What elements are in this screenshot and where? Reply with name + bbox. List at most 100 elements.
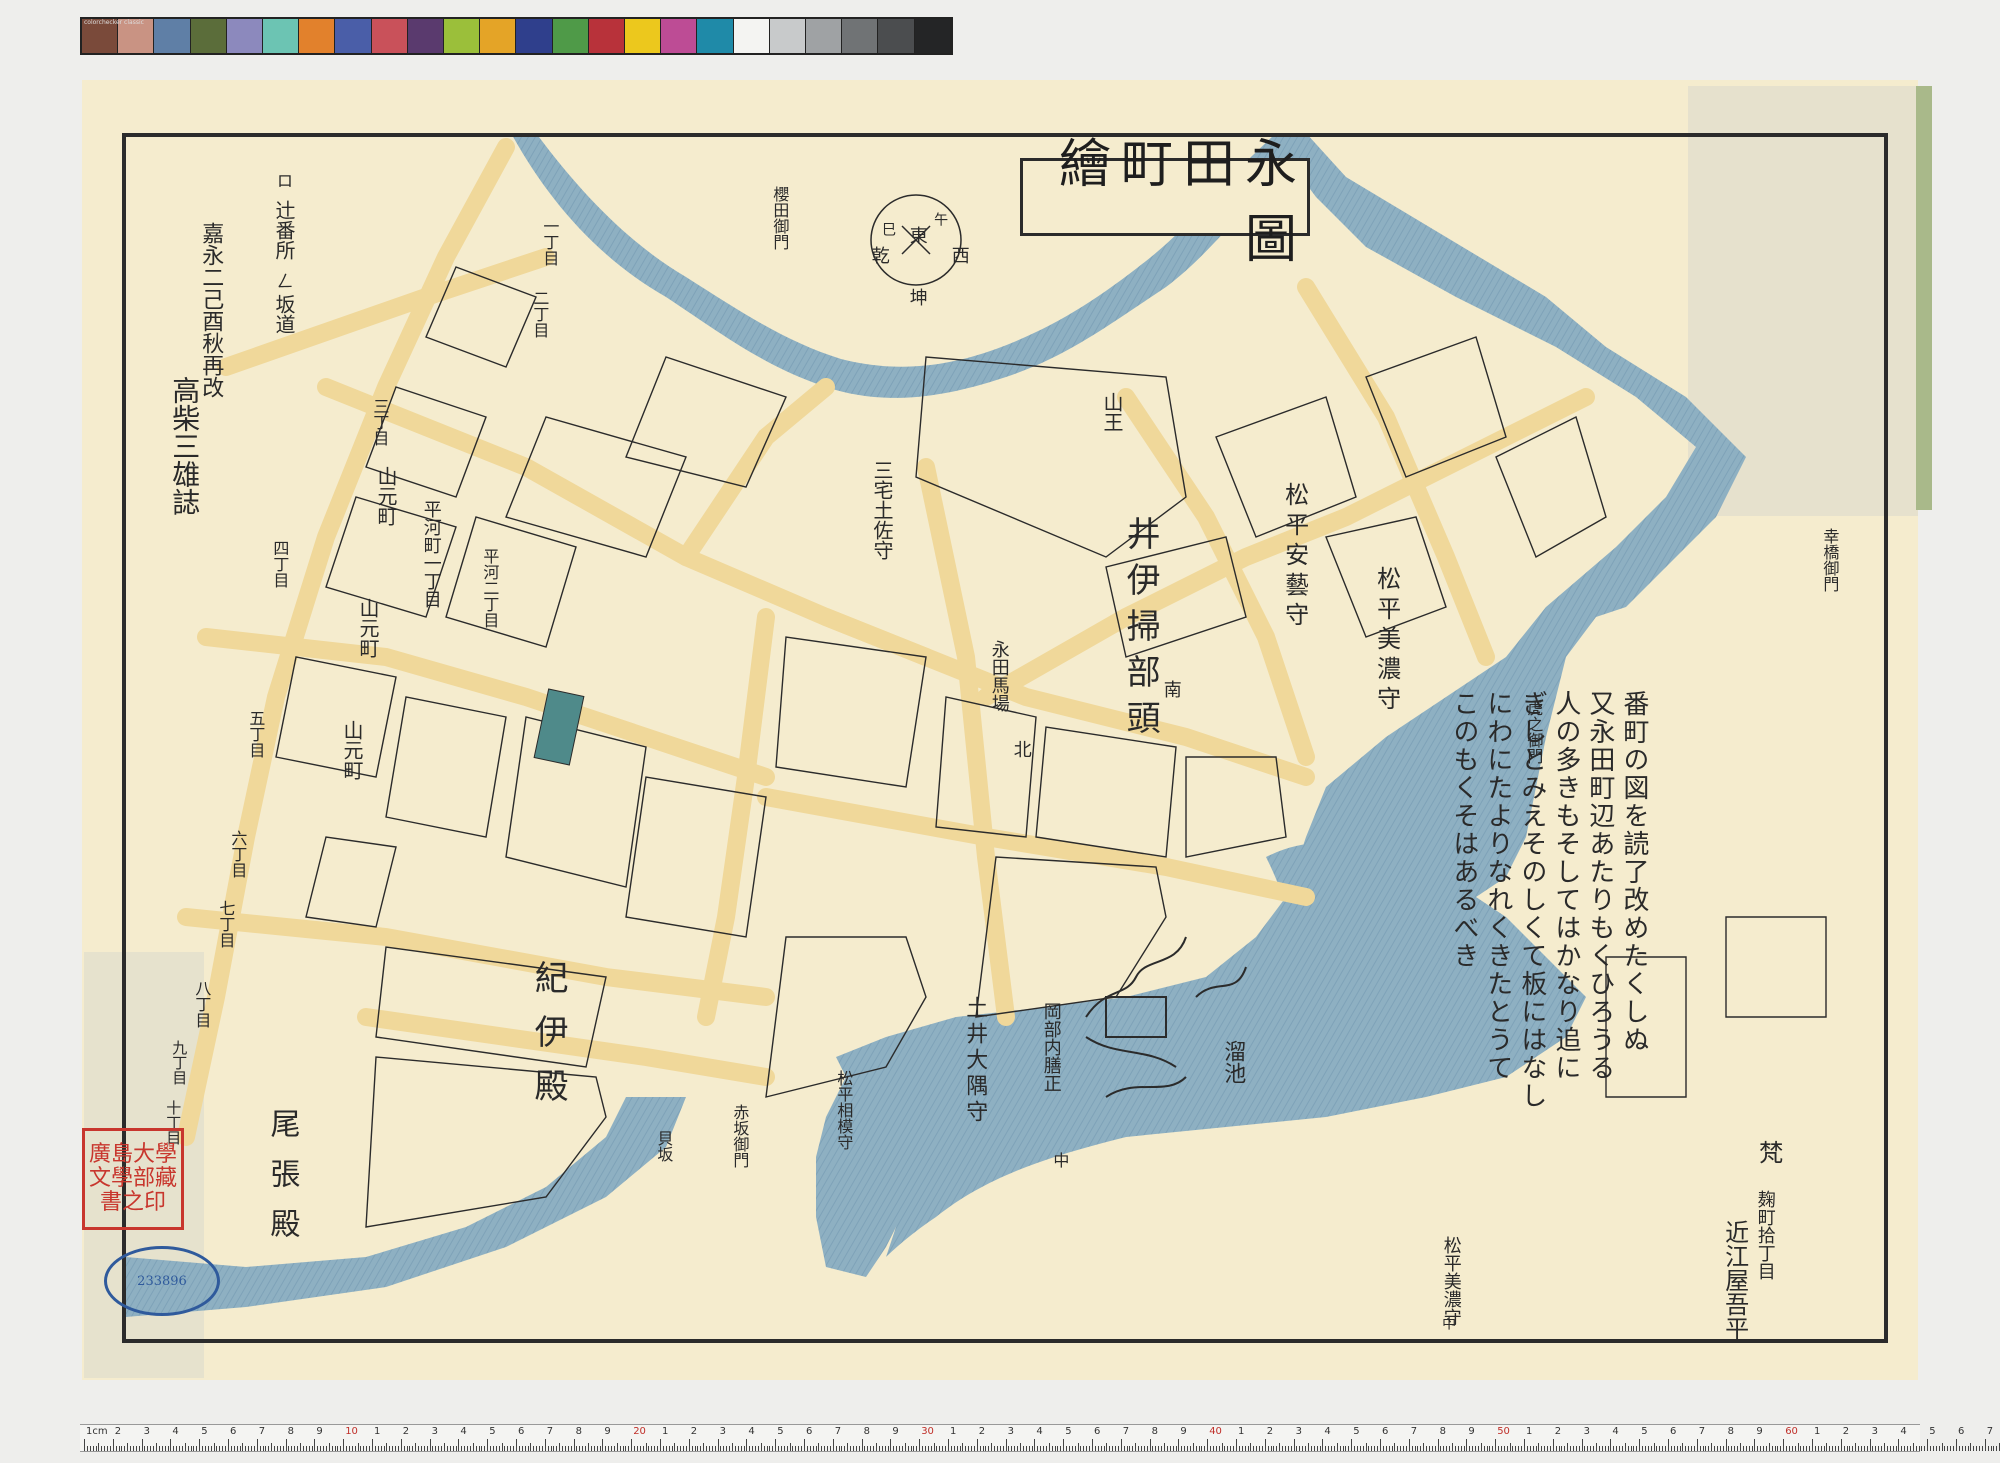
ruler-minor-tick — [1475, 1446, 1477, 1451]
ruler-minor-tick — [1400, 1446, 1402, 1451]
ruler-major-tick — [314, 1439, 316, 1451]
ruler-label: 4 — [172, 1426, 179, 1437]
ruler-minor-tick — [1414, 1446, 1416, 1451]
ruler-minor-tick — [294, 1446, 296, 1451]
ruler-minor-tick — [1970, 1443, 1972, 1451]
ruler-minor-tick — [1028, 1446, 1030, 1451]
ruler-minor-tick — [1394, 1443, 1396, 1451]
compass-label-nw: 巳 — [880, 222, 897, 236]
color-swatch — [878, 19, 915, 53]
ruler-minor-tick — [873, 1446, 875, 1451]
ruler-minor-tick — [475, 1446, 477, 1451]
ruler-minor-tick — [279, 1446, 281, 1451]
ruler-label: 2 — [690, 1426, 698, 1437]
ruler-minor-tick — [1233, 1446, 1235, 1451]
ruler-minor-tick — [248, 1446, 250, 1451]
ruler-label: 4 — [1612, 1426, 1619, 1437]
ruler-minor-tick — [1636, 1446, 1638, 1451]
ruler-minor-tick — [288, 1446, 290, 1451]
ruler-minor-tick — [1731, 1446, 1733, 1451]
ruler-minor-tick — [533, 1446, 535, 1451]
ruler-minor-tick — [1679, 1446, 1681, 1451]
ruler-minor-tick — [1642, 1446, 1644, 1451]
ruler-minor-tick — [1302, 1446, 1304, 1451]
ruler-minor-tick — [1673, 1446, 1675, 1451]
ruler-minor-tick — [498, 1446, 500, 1451]
ruler-label: 9 — [316, 1426, 323, 1437]
ruler-minor-tick — [829, 1446, 831, 1451]
ruler-minor-tick — [1979, 1446, 1981, 1451]
ruler-minor-tick — [1521, 1446, 1523, 1451]
label-mino-naka: 中 — [1440, 1316, 1457, 1330]
ruler-minor-tick — [1901, 1446, 1903, 1451]
ruler-minor-tick — [1607, 1446, 1609, 1451]
ruler-minor-tick — [1342, 1446, 1344, 1451]
ruler-minor-tick — [1308, 1443, 1309, 1451]
ruler-minor-tick — [118, 1446, 120, 1451]
ruler-major-tick — [1293, 1439, 1295, 1451]
ruler-minor-tick — [910, 1446, 912, 1451]
ruler-minor-tick — [809, 1446, 811, 1451]
ruler-minor-tick — [1941, 1443, 1943, 1451]
ruler-minor-tick — [253, 1446, 255, 1451]
ruler-minor-tick — [567, 1446, 569, 1451]
ruler-label: 3 — [1871, 1426, 1878, 1437]
ruler-minor-tick — [225, 1446, 227, 1451]
ruler-major-tick — [1696, 1439, 1698, 1451]
label-kojimachi-7: 七丁目 — [216, 900, 236, 948]
ruler-minor-tick — [1224, 1446, 1226, 1451]
legend-saka: 坂道 — [272, 294, 296, 334]
ruler-minor-tick — [1060, 1446, 1062, 1451]
ruler-minor-tick — [1469, 1446, 1471, 1451]
ruler-minor-tick — [354, 1446, 356, 1451]
color-swatch — [444, 19, 481, 53]
ruler-minor-tick — [1613, 1446, 1615, 1451]
ruler-minor-tick — [1763, 1446, 1765, 1451]
ruler-major-tick — [746, 1439, 748, 1451]
ruler-minor-tick — [1391, 1446, 1393, 1451]
ruler-minor-tick — [181, 1446, 183, 1451]
ruler-minor-tick — [685, 1446, 687, 1451]
ruler-minor-tick — [950, 1446, 952, 1451]
ruler-minor-tick — [1843, 1446, 1845, 1451]
ruler-minor-tick — [864, 1446, 866, 1451]
ruler-minor-tick — [101, 1446, 103, 1451]
ruler-minor-tick — [1656, 1446, 1658, 1451]
ruler-minor-tick — [723, 1446, 725, 1451]
ruler-minor-tick — [1172, 1446, 1174, 1451]
ruler-minor-tick — [1339, 1446, 1341, 1451]
ruler-major-tick — [1639, 1439, 1641, 1451]
ruler-label: 5 — [489, 1426, 496, 1437]
label-owari: 尾張殿 — [264, 1108, 300, 1258]
ruler-major-tick — [1581, 1439, 1583, 1451]
ruler-minor-tick — [1742, 1446, 1744, 1451]
ruler-minor-tick — [1878, 1446, 1880, 1451]
ruler-minor-tick — [613, 1446, 615, 1451]
ruler-minor-tick — [1354, 1446, 1356, 1451]
ruler-minor-tick — [1238, 1446, 1240, 1451]
ruler-minor-tick — [559, 1443, 561, 1451]
ruler-minor-tick — [1794, 1446, 1796, 1451]
ruler-major-tick — [1092, 1439, 1093, 1451]
ruler-minor-tick — [1803, 1446, 1805, 1451]
ruler-major-tick — [1984, 1439, 1986, 1451]
ruler-minor-tick — [1506, 1446, 1508, 1451]
ruler-minor-tick — [236, 1446, 238, 1451]
ruler-minor-tick — [1333, 1446, 1335, 1451]
ruler-minor-tick — [1918, 1446, 1920, 1451]
ruler-minor-tick — [1276, 1446, 1278, 1451]
ruler-minor-tick — [901, 1446, 903, 1451]
ruler-minor-tick — [1791, 1446, 1793, 1451]
ruler-minor-tick — [1198, 1446, 1200, 1451]
ruler-minor-tick — [1708, 1446, 1710, 1451]
ruler-minor-tick — [1022, 1446, 1024, 1451]
ruler-major-tick — [775, 1439, 777, 1451]
ruler-minor-tick — [297, 1446, 299, 1451]
ruler-minor-tick — [1535, 1446, 1537, 1451]
ruler-minor-tick — [1420, 1446, 1422, 1451]
ruler-minor-tick — [1397, 1446, 1399, 1451]
ruler-minor-tick — [1086, 1446, 1088, 1451]
ruler-minor-tick — [939, 1446, 941, 1451]
ruler-major-tick — [516, 1439, 517, 1451]
ruler-label: 7 — [1122, 1426, 1130, 1437]
